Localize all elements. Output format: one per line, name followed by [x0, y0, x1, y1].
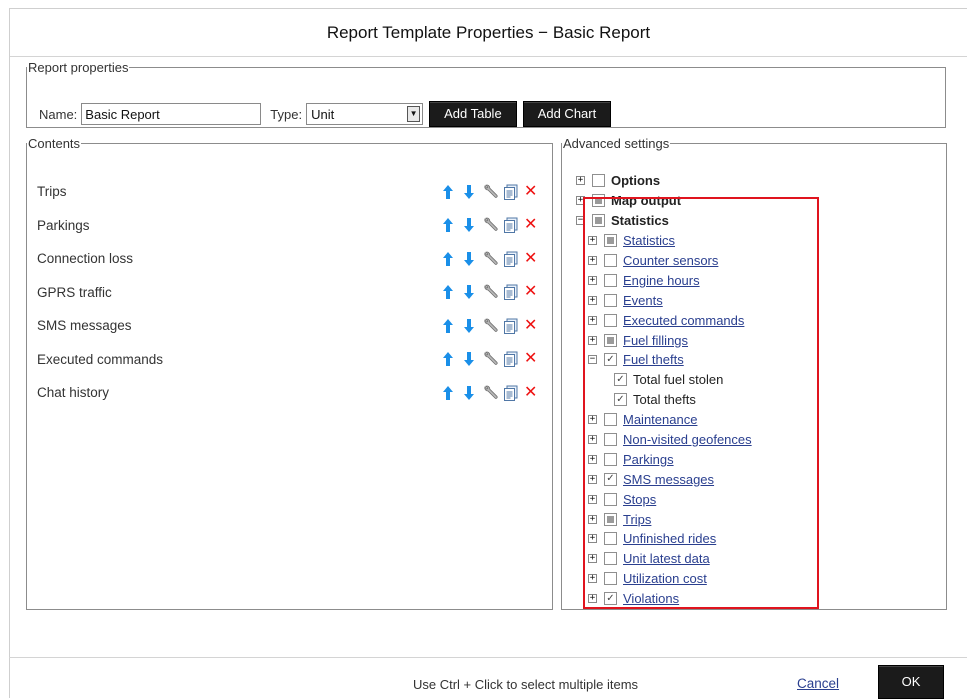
wrench-icon[interactable]: [482, 385, 498, 401]
delete-icon[interactable]: ✕: [524, 351, 540, 367]
contents-item[interactable]: Trips ✕: [37, 175, 542, 209]
delete-icon[interactable]: ✕: [524, 317, 540, 334]
report-properties-group: Report properties Name: Type: Unit ▼ Add…: [26, 60, 946, 128]
advanced-settings-legend: Advanced settings: [563, 136, 670, 151]
delete-icon[interactable]: ✕: [524, 384, 540, 401]
contents-item[interactable]: SMS messages ✕: [37, 309, 542, 343]
copy-icon[interactable]: [503, 318, 519, 334]
ok-button[interactable]: OK: [878, 665, 944, 699]
delete-icon[interactable]: ✕: [524, 217, 540, 233]
arrow-up-icon[interactable]: [440, 251, 456, 267]
arrow-up-icon[interactable]: [440, 318, 456, 334]
dialog-title: Report Template Properties − Basic Repor…: [10, 9, 967, 57]
contents-item[interactable]: Parkings ✕: [37, 209, 542, 243]
contents-item-actions: ✕: [440, 384, 540, 401]
arrow-up-icon[interactable]: [440, 284, 456, 300]
copy-icon[interactable]: [503, 385, 519, 401]
wrench-icon[interactable]: [482, 284, 498, 300]
wrench-icon[interactable]: [482, 251, 498, 267]
contents-item-actions: ✕: [440, 284, 540, 301]
tree-node: + Options: [576, 171, 936, 191]
arrow-down-icon[interactable]: [461, 351, 477, 367]
copy-icon[interactable]: [503, 217, 519, 234]
type-select-value: Unit: [311, 106, 335, 122]
arrow-up-icon[interactable]: [440, 351, 456, 367]
contents-item-label: Connection loss: [37, 251, 134, 267]
add-table-button[interactable]: Add Table: [429, 101, 517, 127]
arrow-down-icon[interactable]: [461, 284, 477, 300]
wrench-icon[interactable]: [482, 184, 498, 200]
chevron-down-icon[interactable]: ▼: [407, 106, 421, 122]
arrow-down-icon[interactable]: [461, 217, 477, 233]
delete-icon[interactable]: ✕: [524, 250, 540, 267]
contents-item-label: GPRS traffic: [37, 284, 112, 300]
contents-item[interactable]: GPRS traffic ✕: [37, 276, 542, 310]
type-label: Type:: [270, 106, 303, 122]
wrench-icon[interactable]: [482, 318, 498, 334]
wrench-icon[interactable]: [482, 351, 498, 367]
contents-item-label: Chat history: [37, 385, 110, 401]
contents-item-actions: ✕: [440, 183, 540, 200]
arrow-down-icon[interactable]: [461, 251, 477, 267]
copy-icon[interactable]: [503, 284, 519, 301]
contents-item-label: SMS messages: [37, 318, 132, 334]
copy-icon[interactable]: [503, 184, 519, 200]
cancel-link[interactable]: Cancel: [797, 676, 839, 691]
copy-icon[interactable]: [503, 251, 519, 267]
name-input[interactable]: [81, 103, 262, 125]
arrow-down-icon[interactable]: [461, 318, 477, 334]
highlight-box: [583, 197, 819, 609]
wrench-icon[interactable]: [482, 217, 498, 233]
footer-hint: Use Ctrl + Click to select multiple item…: [413, 677, 639, 692]
contents-list: Trips ✕ Parkings ✕ Connection loss ✕ GPRS traf…: [37, 175, 542, 410]
arrow-up-icon[interactable]: [440, 217, 456, 233]
contents-item-actions: ✕: [440, 217, 540, 234]
tree-checkbox[interactable]: [592, 174, 605, 188]
tree-node-label: Options: [611, 173, 661, 189]
contents-item-label: Trips: [37, 184, 67, 200]
contents-item-actions: ✕: [440, 250, 540, 267]
contents-legend: Contents: [28, 136, 81, 151]
contents-item[interactable]: Executed commands ✕: [37, 343, 542, 377]
contents-item-label: Executed commands: [37, 351, 164, 367]
arrow-down-icon[interactable]: [461, 385, 477, 401]
name-label: Name:: [39, 106, 78, 122]
delete-icon[interactable]: ✕: [524, 183, 540, 200]
contents-item[interactable]: Connection loss ✕: [37, 242, 542, 276]
arrow-down-icon[interactable]: [461, 184, 477, 200]
expand-icon[interactable]: +: [576, 176, 585, 186]
arrow-up-icon[interactable]: [440, 385, 456, 401]
copy-icon[interactable]: [503, 351, 519, 368]
type-select[interactable]: Unit ▼: [306, 103, 424, 125]
report-properties-legend: Report properties: [28, 60, 129, 75]
contents-item-label: Parkings: [37, 217, 90, 233]
dialog-footer: Use Ctrl + Click to select multiple item…: [9, 657, 967, 699]
delete-icon[interactable]: ✕: [524, 284, 540, 300]
contents-item-actions: ✕: [440, 317, 540, 334]
add-chart-button[interactable]: Add Chart: [522, 101, 612, 127]
contents-item-actions: ✕: [440, 351, 540, 368]
arrow-up-icon[interactable]: [440, 184, 456, 200]
contents-group: Contents Trips ✕ Parkings ✕ Connection loss ✕…: [26, 136, 553, 610]
contents-item[interactable]: Chat history ✕: [37, 376, 542, 410]
